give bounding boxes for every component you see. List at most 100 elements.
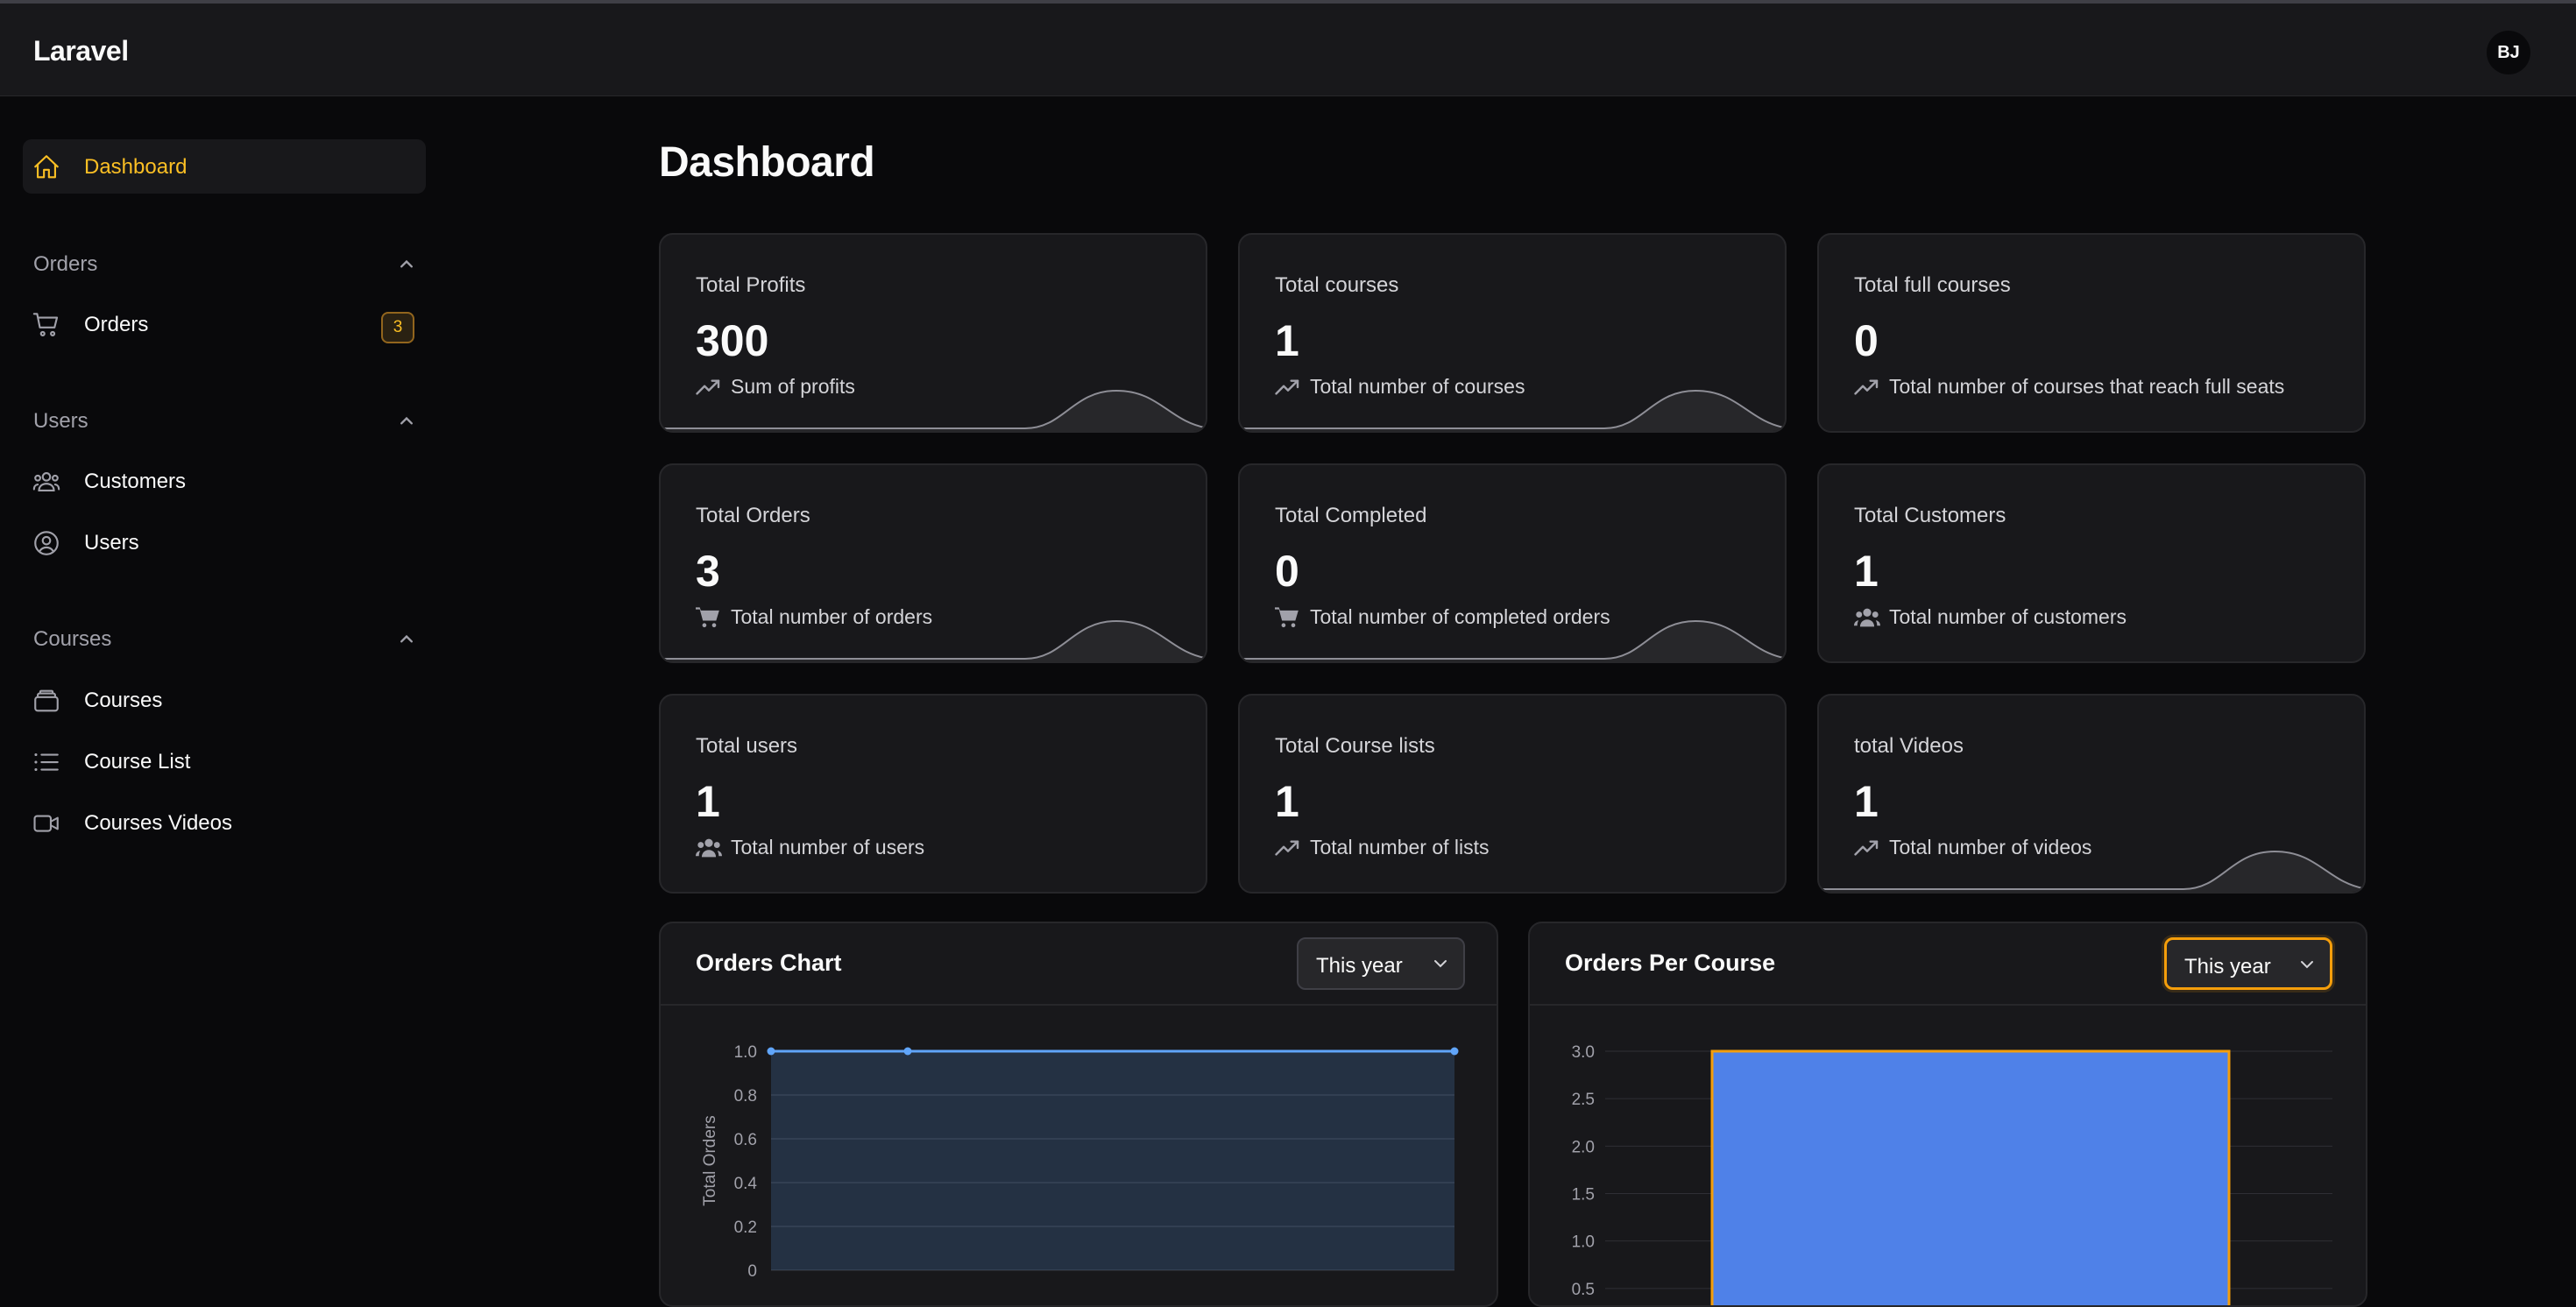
sidebar-item-label: Courses <box>84 689 163 712</box>
stat-value: 1 <box>696 777 720 826</box>
stat-value: 1 <box>1854 777 1879 826</box>
sidebar-item-customers[interactable]: Customers <box>23 454 426 508</box>
user-circle-icon <box>32 528 61 558</box>
user-group-icon <box>1854 606 1882 629</box>
trending-up-icon <box>1275 837 1303 859</box>
stat-value: 1 <box>1275 777 1299 826</box>
video-camera-icon <box>32 809 61 838</box>
stat-card: Total courses 1 Total number of courses <box>1238 233 1787 433</box>
sidebar-item-course-list[interactable]: Course List <box>23 734 426 788</box>
group-header-orders[interactable]: Orders <box>33 247 419 282</box>
chevron-up-icon <box>394 252 419 277</box>
stat-sparkline <box>1240 619 1785 661</box>
sidebar-item-users[interactable]: Users <box>23 515 426 569</box>
stat-description: Total number of courses that reach full … <box>1854 375 2284 399</box>
sidebar-item-label: Course List <box>84 750 191 774</box>
stat-description-text: Total number of lists <box>1310 836 1490 858</box>
chevron-up-icon <box>394 627 419 652</box>
group-label: Orders <box>33 252 98 276</box>
top-bar: Laravel BJ <box>0 0 2576 96</box>
home-icon <box>32 152 61 182</box>
stat-value: 3 <box>696 547 720 596</box>
stat-sparkline <box>661 619 1206 661</box>
y-tick-label: 0.6 <box>734 1131 757 1149</box>
stat-title: Total Orders <box>696 504 810 527</box>
group-header-users[interactable]: Users <box>33 404 419 439</box>
stat-description: Total number of users <box>696 836 924 859</box>
orders-chart: 1.0 0.8 0.6 0.4 0.2 0 Total Orders <box>701 1043 1459 1281</box>
sidebar-item-label: Courses Videos <box>84 811 232 835</box>
y-tick-label: 1.0 <box>1572 1233 1595 1252</box>
orders-chart-filter-select[interactable]: This year <box>1297 937 1465 990</box>
stat-card: Total Course lists 1 Total number of lists <box>1238 694 1787 894</box>
stat-description: Total number of lists <box>1275 836 1490 859</box>
y-tick-label: 0 <box>747 1262 757 1281</box>
data-point[interactable] <box>1450 1047 1459 1056</box>
panel-title: Orders Chart <box>696 950 842 976</box>
y-tick-label: 2.0 <box>1572 1138 1595 1156</box>
sidebar-item-orders[interactable]: Orders 3 <box>23 297 426 351</box>
stat-title: Total Course lists <box>1275 734 1435 758</box>
stat-description-text: Total number of users <box>731 836 925 858</box>
stat-title: Total Profits <box>696 273 806 297</box>
stat-sparkline <box>1240 389 1785 431</box>
orders-per-course-panel: Orders Per Course This year 3.0 2.5 2.0 1.5… <box>1528 922 2367 1307</box>
y-tick-label: 1.5 <box>1572 1186 1595 1205</box>
stat-description: Total number of customers <box>1854 605 2127 629</box>
sidebar-item-label: Orders <box>84 313 149 336</box>
y-tick-label: 0.5 <box>1572 1281 1595 1299</box>
page-title: Dashboard <box>659 139 875 186</box>
sidebar-item-label: Customers <box>84 470 187 493</box>
select-value: This year <box>2184 955 2271 978</box>
stat-title: total Videos <box>1854 734 1964 758</box>
group-label: Courses <box>33 627 112 651</box>
chevron-up-icon <box>394 409 419 434</box>
panel-header: Orders Chart This year <box>661 923 1497 1006</box>
stat-title: Total full courses <box>1854 273 2011 297</box>
panel-title: Orders Per Course <box>1565 950 1776 976</box>
data-point[interactable] <box>767 1047 775 1056</box>
stat-description-text: Total number of courses that reach full … <box>1889 375 2285 398</box>
y-tick-label: 2.5 <box>1572 1091 1595 1109</box>
chevron-down-icon <box>1430 953 1451 974</box>
y-tick-label: 0.4 <box>734 1175 758 1193</box>
user-group-icon <box>696 837 724 859</box>
stat-title: Total users <box>696 734 798 758</box>
y-axis-label: Total Orders <box>701 1115 719 1205</box>
chevron-down-icon <box>2296 954 2318 975</box>
sidebar-item-courses[interactable]: Courses <box>23 673 426 727</box>
stat-description-text: Total number of customers <box>1889 605 2127 628</box>
stat-sparkline <box>661 389 1206 431</box>
stat-title: Total Completed <box>1275 504 1427 527</box>
sidebar-item-dashboard[interactable]: Dashboard <box>23 139 426 194</box>
stack-icon <box>32 686 61 716</box>
group-header-courses[interactable]: Courses <box>33 622 419 657</box>
stat-sparkline <box>1819 850 2364 892</box>
data-point[interactable] <box>903 1047 912 1056</box>
user-avatar[interactable]: BJ <box>2487 31 2530 74</box>
sidebar-item-label: Dashboard <box>84 155 188 179</box>
y-tick-label: 0.2 <box>734 1219 757 1237</box>
stat-card: Total Customers 1 Total number of customer… <box>1817 463 2366 663</box>
brand-logo[interactable]: Laravel <box>33 35 129 67</box>
user-group-icon <box>32 467 61 497</box>
bar[interactable] <box>1710 1049 2231 1307</box>
select-value: This year <box>1316 954 1403 978</box>
stat-card: Total Profits 300 Sum of profits <box>659 233 1207 433</box>
sidebar: Dashboard Orders Orders 3 Users Customer… <box>0 96 447 1288</box>
stat-value: 0 <box>1275 547 1299 596</box>
panel-header: Orders Per Course This year <box>1530 923 2366 1006</box>
stat-card: Total full courses 0 Total number of cours… <box>1817 233 2366 433</box>
y-tick-label: 3.0 <box>1572 1043 1595 1062</box>
stat-title: Total Customers <box>1854 504 2006 527</box>
list-icon <box>32 747 61 777</box>
stat-value: 300 <box>696 316 769 365</box>
orders-per-course-filter-select[interactable]: This year <box>2164 937 2332 990</box>
stat-title: Total courses <box>1275 273 1399 297</box>
sidebar-item-courses-videos[interactable]: Courses Videos <box>23 795 426 850</box>
orders-per-course-chart: 3.0 2.5 2.0 1.5 1.0 0.5 <box>1572 1043 2332 1307</box>
cart-icon <box>32 310 61 340</box>
stat-card: total Videos 1 Total number of videos <box>1817 694 2366 894</box>
y-tick-label: 1.0 <box>734 1043 757 1062</box>
trending-up-icon <box>1854 376 1882 399</box>
